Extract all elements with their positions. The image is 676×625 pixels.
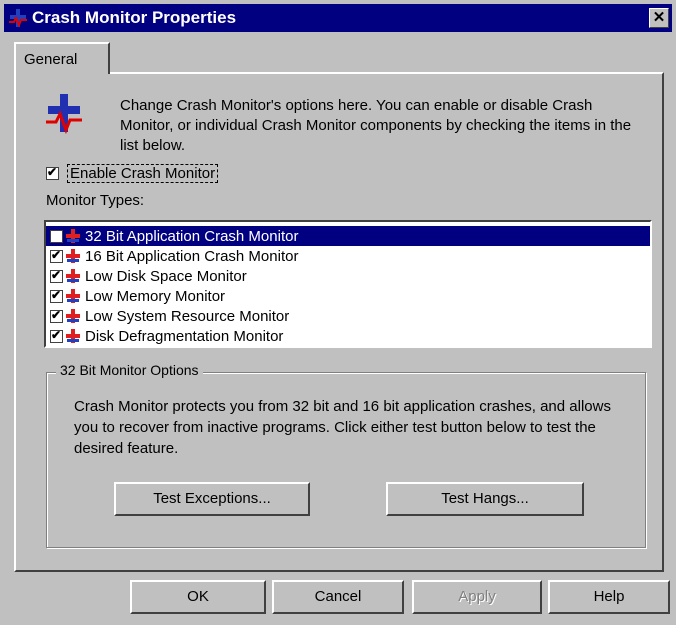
crash-monitor-icon (66, 269, 80, 283)
crash-monitor-icon (66, 329, 80, 343)
checkbox[interactable]: ✔ (50, 247, 63, 263)
checkbox-check-icon: ✔ (47, 165, 58, 179)
enable-crash-monitor-checkbox[interactable]: ✔ Enable Crash Monitor (46, 164, 219, 183)
crash-monitor-icon (66, 289, 80, 303)
list-item[interactable]: ✔ Low System Resource Monitor (46, 306, 650, 326)
crash-monitor-icon (46, 94, 82, 134)
list-item-label: Disk Defragmentation Monitor (85, 327, 284, 345)
checkbox-check-icon: ✔ (51, 267, 62, 282)
crash-monitor-icon (9, 9, 27, 28)
list-item-label: 16 Bit Application Crash Monitor (85, 247, 299, 265)
checkbox-check-icon: ✔ (51, 327, 62, 342)
crash-monitor-icon (66, 309, 80, 323)
window-title: Crash Monitor Properties (32, 8, 237, 27)
test-exceptions-button[interactable]: Test Exceptions... (114, 482, 310, 516)
ok-button[interactable]: OK (130, 580, 266, 614)
list-item[interactable]: ✔ 32 Bit Application Crash Monitor (46, 226, 650, 246)
test-hangs-button[interactable]: Test Hangs... (386, 482, 584, 516)
help-button[interactable]: Help (548, 580, 670, 614)
tab-general[interactable]: General (14, 42, 110, 74)
checkbox[interactable]: ✔ (50, 267, 63, 283)
list-item-label: Low System Resource Monitor (85, 307, 290, 325)
monitor-types-label: Monitor Types: (46, 192, 145, 209)
properties-window: Crash Monitor Properties ✕ General Chang… (0, 0, 676, 625)
checkbox[interactable]: ✔ (50, 287, 63, 303)
monitor-options-text: Crash Monitor protects you from 32 bit a… (74, 398, 611, 457)
close-icon[interactable]: ✕ (649, 8, 669, 28)
list-item-label: 32 Bit Application Crash Monitor (85, 227, 299, 245)
list-item-label: Low Memory Monitor (85, 287, 226, 305)
list-item[interactable]: ✔ Low Memory Monitor (46, 286, 650, 306)
checkbox[interactable]: ✔ (50, 227, 63, 243)
list-item-label: Low Disk Space Monitor (85, 267, 247, 285)
crash-monitor-icon (66, 249, 80, 263)
monitor-options-title: 32 Bit Monitor Options (56, 362, 203, 378)
list-item[interactable]: ✔ 16 Bit Application Crash Monitor (46, 246, 650, 266)
checkbox-check-icon: ✔ (51, 287, 62, 302)
title-bar[interactable]: Crash Monitor Properties ✕ (4, 4, 672, 32)
monitor-types-list[interactable]: ✔ 32 Bit Application Crash Monitor ✔ 16 … (44, 220, 652, 348)
list-item[interactable]: ✔ Disk Defragmentation Monitor (46, 326, 650, 346)
cancel-button[interactable]: Cancel (272, 580, 404, 614)
description-text: Change Crash Monitor's options here. You… (120, 97, 632, 154)
checkbox-check-icon: ✔ (51, 247, 62, 262)
crash-monitor-icon (66, 229, 80, 243)
list-item[interactable]: ✔ Low Disk Space Monitor (46, 266, 650, 286)
checkbox[interactable]: ✔ (46, 165, 59, 180)
enable-crash-monitor-label[interactable]: Enable Crash Monitor (67, 164, 219, 183)
checkbox-check-icon: ✔ (51, 307, 62, 322)
apply-button[interactable]: Apply (412, 580, 542, 614)
checkbox-check-icon: ✔ (51, 227, 62, 242)
checkbox[interactable]: ✔ (50, 327, 63, 343)
checkbox[interactable]: ✔ (50, 307, 63, 323)
